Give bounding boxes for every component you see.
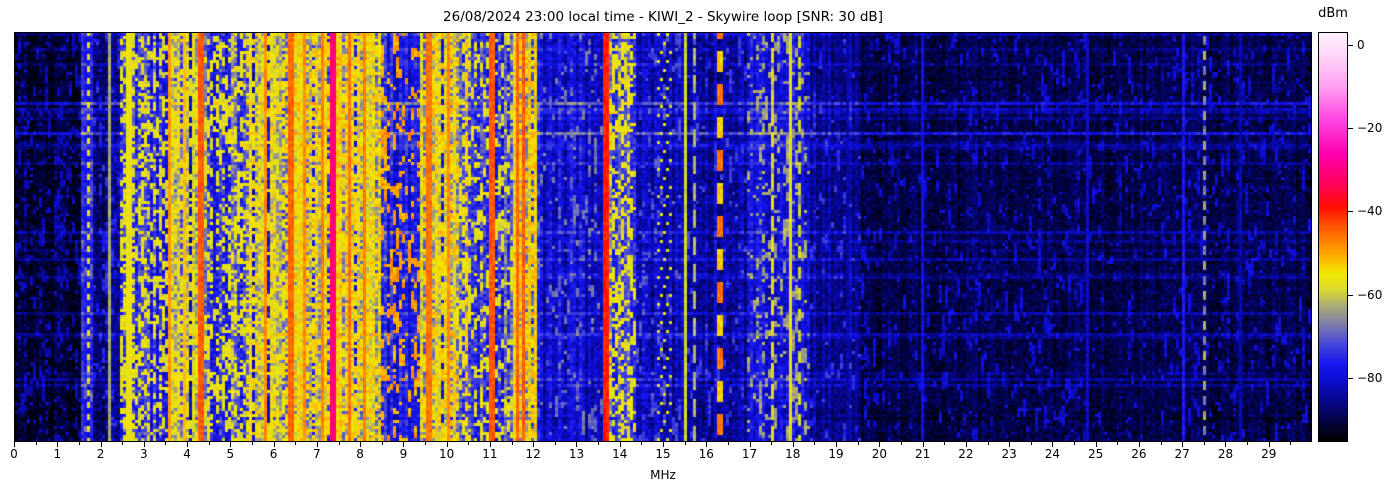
x-tick-label: 2: [96, 447, 105, 461]
x-minor-tick: [78, 442, 80, 445]
x-tick-label: 20: [871, 447, 887, 461]
colorbar-tick-label: −80: [1357, 370, 1383, 385]
x-tick-label: 4: [183, 447, 191, 461]
x-minor-tick: [684, 442, 686, 445]
colorbar-tick-label: −20: [1357, 121, 1383, 136]
x-minor-tick: [165, 442, 167, 445]
spectrogram-figure: 26/08/2024 23:00 local time - KIWI_2 - S…: [0, 0, 1400, 500]
x-minor-tick: [468, 442, 470, 445]
colorbar-tick-label: −40: [1357, 204, 1383, 219]
x-tick-label: 16: [698, 447, 714, 461]
x-minor-tick: [295, 442, 297, 445]
colorbar-tick: [1348, 128, 1353, 130]
plot-title: 26/08/2024 23:00 local time - KIWI_2 - S…: [443, 9, 883, 25]
x-minor-tick: [1203, 442, 1205, 445]
x-tick-label: 24: [1044, 447, 1061, 461]
x-tick-label: 8: [356, 447, 364, 461]
x-tick-label: 11: [482, 447, 498, 461]
x-tick-label: 25: [1088, 447, 1104, 461]
x-minor-tick: [1290, 442, 1292, 445]
x-minor-tick: [554, 442, 556, 445]
colorbar-label: dBm: [1318, 6, 1348, 21]
x-minor-tick: [900, 442, 902, 445]
x-tick-label: 19: [828, 447, 844, 461]
x-minor-tick: [814, 442, 816, 445]
colorbar-tick: [1348, 294, 1353, 296]
x-minor-tick: [208, 442, 210, 445]
x-tick-label: 0: [10, 447, 18, 461]
x-tick-label: 29: [1261, 447, 1277, 461]
x-tick-label: 21: [914, 447, 931, 461]
x-minor-tick: [122, 442, 124, 445]
colorbar-tick: [1348, 211, 1353, 213]
x-minor-tick: [1030, 442, 1032, 445]
x-tick-label: 13: [568, 447, 585, 461]
x-tick-label: 15: [655, 447, 671, 461]
x-minor-tick: [1160, 442, 1162, 445]
waterfall-canvas: [15, 33, 1311, 441]
x-tick-label: 7: [313, 447, 321, 461]
x-minor-tick: [381, 442, 383, 445]
x-tick-label: 23: [1001, 447, 1017, 461]
x-tick-label: 26: [1131, 447, 1147, 461]
x-minor-tick: [857, 442, 859, 445]
x-tick-label: 10: [439, 447, 455, 461]
x-tick-label: 14: [612, 447, 628, 461]
x-tick-label: 5: [226, 447, 235, 461]
colorbar-tick: [1348, 45, 1353, 47]
x-minor-tick: [1074, 442, 1076, 445]
x-minor-tick: [425, 442, 427, 445]
x-tick-label: 17: [741, 447, 758, 461]
x-minor-tick: [641, 442, 643, 445]
x-tick-label: 12: [525, 447, 541, 461]
x-minor-tick: [511, 442, 513, 445]
x-minor-tick: [251, 442, 253, 445]
x-tick-label: 3: [139, 447, 148, 461]
x-minor-tick: [1117, 442, 1119, 445]
x-minor-tick: [35, 442, 37, 445]
x-minor-tick: [987, 442, 989, 445]
x-tick-label: 6: [269, 447, 278, 461]
x-minor-tick: [771, 442, 773, 445]
x-minor-tick: [598, 442, 600, 445]
colorbar-tick: [1348, 377, 1353, 379]
x-tick-label: 22: [958, 447, 974, 461]
colorbar-tick-label: −60: [1357, 287, 1383, 302]
colorbar-tick-label: 0: [1357, 38, 1365, 53]
waterfall-plot: [14, 32, 1312, 442]
x-tick-label: 9: [399, 447, 408, 461]
x-tick-label: 27: [1174, 447, 1190, 461]
x-minor-tick: [1247, 442, 1249, 445]
x-minor-tick: [338, 442, 340, 445]
x-minor-tick: [727, 442, 729, 445]
x-tick-label: 28: [1217, 447, 1234, 461]
x-axis-label: MHz: [650, 468, 676, 482]
x-tick-label: 1: [53, 447, 62, 461]
x-minor-tick: [944, 442, 946, 445]
x-tick-label: 18: [785, 447, 801, 461]
colorbar: [1318, 32, 1348, 442]
